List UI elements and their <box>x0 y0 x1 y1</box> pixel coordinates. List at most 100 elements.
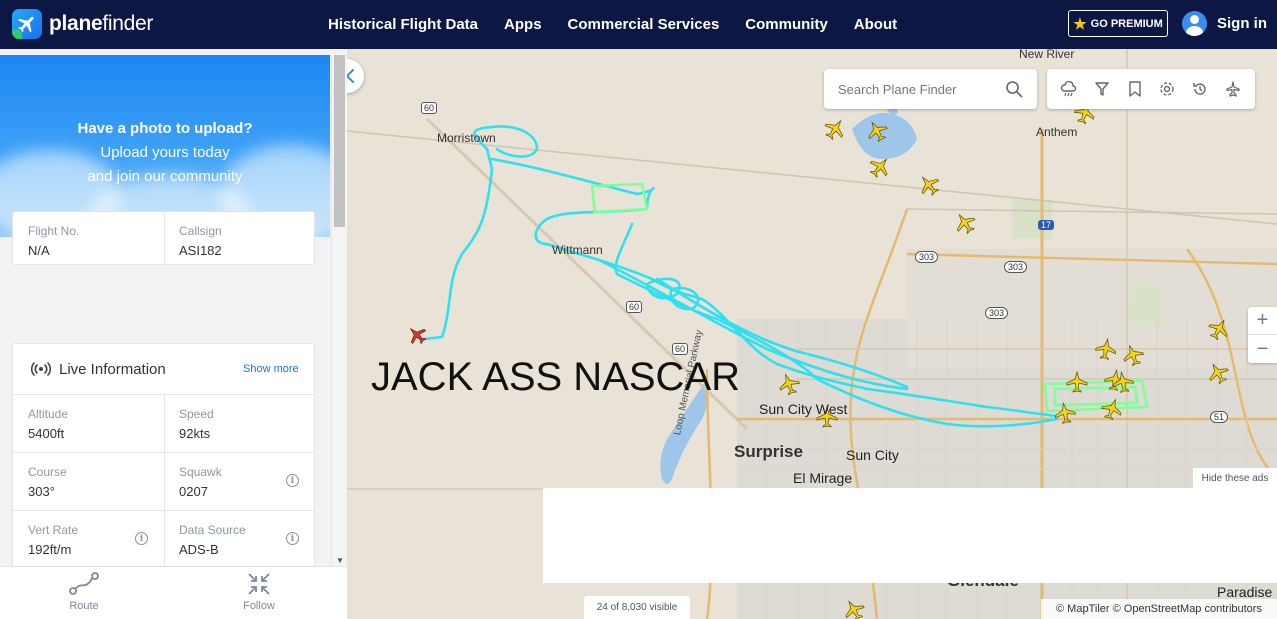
search-box <box>824 69 1037 109</box>
route-303-shield: 303 <box>1004 259 1028 273</box>
app-root: planefinder Historical Flight Data Apps … <box>0 0 1277 619</box>
bookmark-icon[interactable] <box>1124 78 1146 100</box>
place-label-sun-city-west: Sun City West <box>759 401 848 417</box>
map-attribution[interactable]: © MapTiler © OpenStreetMap contributors <box>1041 599 1277 619</box>
course-field: Course 303° <box>28 465 67 499</box>
divider <box>164 394 165 574</box>
flight-number-value: N/A <box>28 243 50 258</box>
banner-text: Have a photo to upload? Upload yours tod… <box>0 117 330 189</box>
nav-community[interactable]: Community <box>745 16 828 33</box>
visible-aircraft-count: 24 of 8,030 visible <box>584 596 690 619</box>
altitude-label: Altitude <box>28 407 69 421</box>
vert-rate-label: Vert Rate <box>28 523 79 537</box>
scroll-down-arrow-icon[interactable]: ▼ <box>336 556 344 565</box>
sign-in-button[interactable]: Sign in <box>1182 11 1267 36</box>
banner-heading: Have a photo to upload? <box>77 120 253 137</box>
logo-text: planefinder <box>49 12 154 35</box>
speed-field: Speed 92kts <box>179 407 214 441</box>
place-label-new-river: New River <box>1019 49 1075 61</box>
gear-icon[interactable] <box>1156 78 1178 100</box>
aircraft-icon[interactable] <box>1121 343 1145 367</box>
aircraft-icon[interactable] <box>1094 337 1118 361</box>
callsign-field: Callsign ASI182 <box>179 224 222 258</box>
divider <box>164 212 165 264</box>
advertisement-slot[interactable] <box>543 488 1277 583</box>
banner-line-3: and join our community <box>87 168 243 185</box>
airport-icon[interactable] <box>1222 78 1244 100</box>
aircraft-icon[interactable] <box>865 119 889 143</box>
zoom-control: + − <box>1248 307 1277 363</box>
place-label-paradise: Paradise <box>1217 584 1273 600</box>
go-premium-button[interactable]: ★ GO PREMIUM <box>1068 10 1168 37</box>
history-icon[interactable] <box>1189 78 1211 100</box>
follow-tab[interactable]: Follow <box>219 571 299 612</box>
aircraft-icon[interactable] <box>1207 317 1231 341</box>
aircraft-icon[interactable] <box>868 155 892 179</box>
follow-tab-label: Follow <box>243 600 275 612</box>
flight-number-label: Flight No. <box>28 224 80 238</box>
nav-about[interactable]: About <box>854 16 897 33</box>
course-value: 303° <box>28 484 55 499</box>
weather-icon[interactable] <box>1058 78 1080 100</box>
top-navigation-bar: planefinder Historical Flight Data Apps … <box>0 0 1277 49</box>
vert-rate-info-icon[interactable]: i <box>135 532 148 545</box>
sidebar-scrollbar[interactable]: ▼ <box>331 55 346 566</box>
place-label-sun-city: Sun City <box>846 447 899 463</box>
squawk-label: Squawk <box>179 465 222 479</box>
place-label-wittmann: Wittmann <box>552 243 603 257</box>
altitude-value: 5400ft <box>28 426 65 441</box>
place-label-surprise: Surprise <box>734 442 803 461</box>
hide-ads-button[interactable]: Hide these ads <box>1193 468 1277 488</box>
aircraft-icon[interactable] <box>1065 370 1089 394</box>
search-icon[interactable] <box>1005 80 1023 98</box>
sign-in-label: Sign in <box>1217 15 1267 32</box>
zoom-in-button[interactable]: + <box>1248 307 1277 335</box>
flight-id-card: Flight No. N/A Callsign ASI182 <box>12 211 315 265</box>
aircraft-icon[interactable] <box>1100 397 1124 421</box>
aircraft-icon[interactable] <box>953 211 977 235</box>
nav-commercial-services[interactable]: Commercial Services <box>568 16 720 33</box>
vert-rate-field: Vert Rate 192ft/m <box>28 523 78 557</box>
callsign-label: Callsign <box>179 224 222 238</box>
filter-icon[interactable] <box>1091 78 1113 100</box>
aircraft-icon[interactable] <box>842 598 866 619</box>
altitude-field: Altitude 5400ft <box>28 407 68 441</box>
user-avatar-icon <box>1182 11 1207 36</box>
show-more-link[interactable]: Show more <box>243 363 299 375</box>
search-input[interactable] <box>838 81 998 97</box>
route-303-shield: 303 <box>985 305 1009 319</box>
close-icon <box>347 69 354 83</box>
map-toolbar <box>1047 69 1255 109</box>
route-tab[interactable]: Route <box>44 571 124 612</box>
aircraft-icon[interactable] <box>777 372 801 396</box>
photo-upload-banner[interactable]: Have a photo to upload? Upload yours tod… <box>0 55 330 237</box>
flight-map[interactable]: 60 60 60 17 303 303 303 51 New River Ant… <box>347 49 1277 619</box>
zoom-out-button[interactable]: − <box>1248 335 1277 363</box>
aircraft-icon[interactable] <box>1053 401 1077 425</box>
route-icon <box>69 572 99 595</box>
nav-historical-flight-data[interactable]: Historical Flight Data <box>328 16 478 33</box>
aircraft-icon[interactable] <box>1206 361 1230 385</box>
follow-icon <box>248 573 270 595</box>
callsign-value: ASI182 <box>179 243 222 258</box>
route-303-shield: 303 <box>915 249 939 263</box>
planefinder-logo[interactable]: planefinder <box>12 9 153 39</box>
data-source-value: ADS-B <box>179 542 219 557</box>
scrollbar-thumb[interactable] <box>334 55 345 227</box>
data-source-field: Data Source ADS-B <box>179 523 246 557</box>
aircraft-icon[interactable] <box>917 173 941 197</box>
squawk-info-icon[interactable]: i <box>286 474 299 487</box>
data-source-info-icon[interactable]: i <box>286 532 299 545</box>
aircraft-icon[interactable] <box>823 117 847 141</box>
place-label-anthem: Anthem <box>1036 125 1078 139</box>
place-label-morristown: Morristown <box>437 131 496 145</box>
banner-line-2: Upload yours today <box>100 144 230 161</box>
vert-rate-value: 192ft/m <box>28 542 72 557</box>
aircraft-icon[interactable] <box>1111 370 1135 394</box>
route-tab-label: Route <box>69 600 99 612</box>
star-icon: ★ <box>1073 15 1087 33</box>
us-60-shield: 60 <box>421 100 438 114</box>
squawk-value: 0207 <box>179 484 208 499</box>
speed-label: Speed <box>179 407 214 421</box>
nav-apps[interactable]: Apps <box>504 16 542 33</box>
